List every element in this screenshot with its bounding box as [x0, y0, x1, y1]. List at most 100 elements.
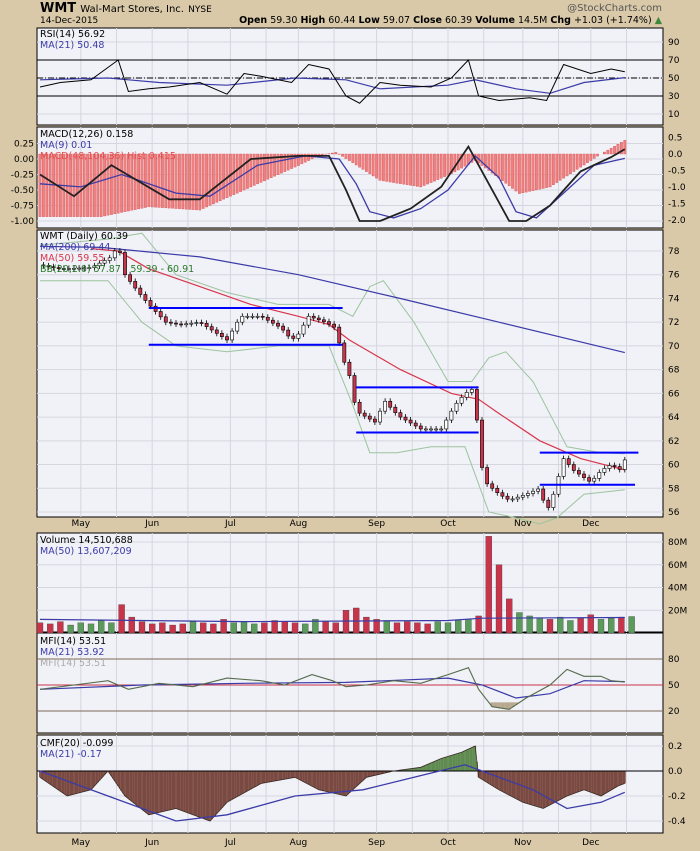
cmf-area-bar — [224, 771, 227, 805]
macd-right-tick-label: 0.0 — [668, 150, 683, 160]
cmf-area-bar — [56, 771, 58, 789]
macd-hist-bar — [191, 153, 195, 210]
macd-hist-bar — [225, 153, 229, 198]
cmf-area-bar — [249, 771, 252, 790]
cmf-area-bar — [333, 771, 335, 794]
macd-hist-bar — [375, 153, 378, 179]
cmf-area-bar — [613, 771, 616, 788]
cmf-area-bar — [617, 771, 619, 786]
macd-right-tick-label: -1.5 — [668, 200, 686, 210]
cmf-area-bar — [137, 771, 140, 807]
macd-hist-bar — [205, 153, 208, 208]
candle — [240, 315, 245, 323]
rsi-tick-label: 50 — [668, 74, 680, 84]
volume-bar — [322, 621, 329, 634]
macd-hist-bar — [426, 153, 429, 185]
cmf-area-bar — [294, 771, 296, 778]
volume-bar — [118, 604, 125, 634]
cmf-area-bar — [261, 771, 264, 784]
cmf-area-bar — [304, 771, 307, 783]
candle — [520, 495, 525, 498]
cmf-area-bar — [358, 771, 361, 784]
cmf-area-bar — [557, 771, 560, 801]
cmf-area-bar — [205, 771, 208, 820]
macd-hist-bar — [392, 153, 395, 183]
macd-right-tick-label: 0.5 — [668, 134, 682, 144]
candle — [551, 493, 556, 508]
cmf-tick-label: -0.4 — [668, 817, 686, 827]
mfi-oversold-fill — [500, 702, 505, 709]
ma200-legend: MA(200) 69.44 — [40, 242, 111, 253]
volume-bar — [230, 622, 237, 634]
cmf-area-bar — [263, 771, 266, 783]
brand-watermark[interactable]: @StockCharts.com — [567, 3, 662, 14]
cmf-area-bar — [615, 771, 618, 787]
macd-hist-bar — [72, 153, 76, 217]
cmf-area-bar — [511, 771, 514, 797]
cmf-area-bar — [622, 771, 624, 785]
candle — [393, 406, 398, 413]
macd-hist-bar — [382, 153, 385, 182]
cmf-area-bar — [367, 771, 369, 777]
cmf-area-bar — [562, 771, 565, 798]
macd-hist-bar — [76, 153, 79, 217]
candle — [515, 496, 520, 500]
cmf-area-bar — [307, 771, 310, 785]
volume-bar — [98, 620, 105, 634]
cmf-area-bar — [353, 771, 356, 789]
price-legend: WMT (Daily) 60.39 — [40, 231, 129, 242]
macd-hist-bar — [569, 153, 572, 174]
macd-hist-bar — [188, 153, 191, 210]
macd-hist-bar — [331, 152, 334, 155]
macd-hist-bar — [528, 153, 531, 192]
cmf-area-bar — [178, 771, 181, 810]
cmf-area-bar — [280, 771, 283, 780]
cmf-area-bar — [618, 771, 621, 786]
cmf-area-bar — [175, 771, 177, 809]
cmf-area-bar — [540, 771, 543, 808]
candle — [372, 418, 377, 423]
cmf-area-bar — [554, 771, 556, 803]
cmf-area-bar — [430, 762, 432, 771]
candle — [107, 257, 112, 261]
cmf-area-bar — [253, 771, 256, 788]
cmf-area-bar — [552, 771, 555, 804]
candle — [449, 410, 454, 421]
macd-hist-bar — [368, 153, 372, 174]
cmf-tick-label: -0.2 — [668, 792, 686, 802]
price-tick-label: 66 — [668, 389, 680, 399]
candle — [434, 428, 439, 431]
macd-right-tick-label: -1.0 — [668, 183, 686, 193]
volume-bar — [128, 616, 135, 634]
volume-bar — [455, 620, 462, 634]
cmf-area-bar — [39, 771, 41, 778]
macd-hist-bar — [133, 153, 137, 210]
macd-hist-bar — [38, 153, 42, 217]
cmf-area-bar — [212, 771, 215, 818]
macd-right-tick-label: -2.0 — [668, 216, 686, 226]
cmf-area-bar — [351, 771, 354, 790]
macd-hist-bar — [144, 153, 147, 208]
candle — [138, 287, 143, 295]
cmf-area-bar — [180, 771, 182, 811]
macd-hist-bar — [235, 153, 239, 194]
price-tick-label: 78 — [668, 247, 680, 257]
cmf-area-bar — [459, 752, 461, 771]
macd-hist-bar — [45, 153, 49, 217]
candle — [423, 428, 428, 431]
volume-bar — [67, 624, 74, 634]
macd-hist-bar — [184, 153, 188, 210]
macd-hist-bar — [399, 153, 402, 184]
cmf-area-bar — [530, 771, 533, 805]
cmf-area-bar — [316, 771, 318, 789]
mfi-oversold-fill — [497, 702, 501, 708]
volume-bar — [393, 622, 401, 634]
cmf-area-bar — [90, 771, 92, 790]
macd-hist-bar — [501, 153, 504, 181]
macd-hist-bar — [511, 153, 514, 189]
cmf-area-bar — [283, 771, 286, 780]
cmf-area-bar — [326, 771, 329, 792]
cmf-area-bar — [209, 771, 211, 821]
macd-hist-bar — [351, 153, 355, 163]
price-tick-label: 76 — [668, 271, 680, 281]
